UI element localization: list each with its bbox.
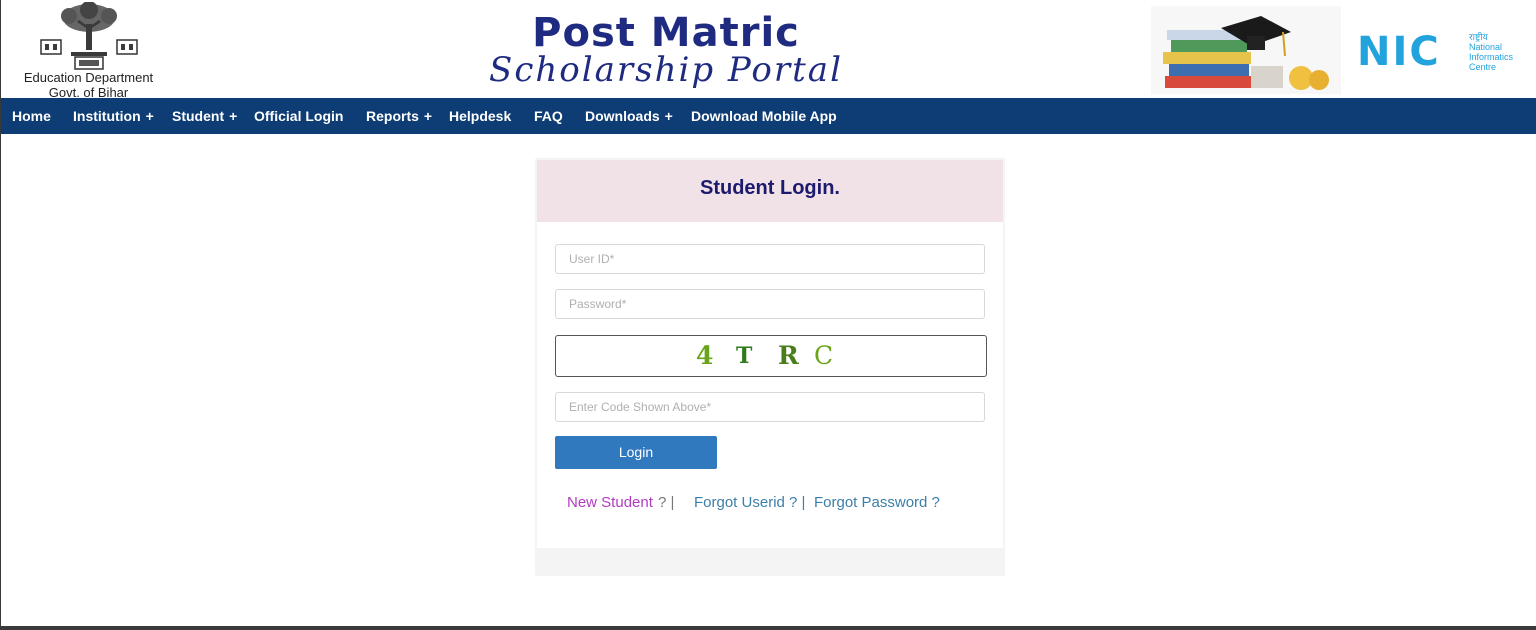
nic-caption: राष्ट्रीय National Informatics Centre: [1469, 32, 1514, 72]
portal-subtitle: Scholarship Portal: [489, 50, 843, 90]
org-line-1: Education Department: [23, 70, 154, 85]
login-form: 4 T R C Login New Student ? | Forgot Use…: [537, 222, 1003, 548]
nav-downloads[interactable]: Downloads +: [585, 98, 673, 134]
plus-icon: +: [664, 108, 673, 124]
plus-icon: +: [229, 108, 238, 124]
userid-input[interactable]: [555, 244, 985, 274]
plus-icon: +: [145, 108, 154, 124]
nav-student[interactable]: Student +: [172, 98, 237, 134]
login-card-header: Student Login.: [537, 160, 1003, 222]
captcha-char: C: [814, 341, 834, 370]
captcha-char: R: [778, 341, 799, 370]
books-graduation-cap-icon: [1151, 6, 1341, 94]
forgot-password-link[interactable]: Forgot Password ?: [814, 494, 940, 511]
student-login-card: Student Login. 4 T R C Login New Student…: [535, 158, 1005, 576]
bihar-emblem: Education Department Govt. of Bihar: [11, 2, 171, 100]
nic-logo-icon: NIC: [1357, 29, 1441, 75]
forgot-userid-link[interactable]: Forgot Userid ? |: [694, 494, 805, 511]
captcha-char: 4: [696, 341, 714, 370]
nav-institution[interactable]: Institution +: [73, 98, 154, 134]
login-title: Student Login.: [700, 177, 840, 199]
nav-faq[interactable]: FAQ: [534, 98, 563, 134]
nav-reports[interactable]: Reports +: [366, 98, 432, 134]
site-header: Education Department Govt. of Bihar Post…: [1, 0, 1536, 100]
login-button[interactable]: Login: [555, 436, 717, 469]
nav-download-mobile-app[interactable]: Download Mobile App: [691, 98, 837, 134]
new-student-link[interactable]: New Student: [567, 494, 653, 511]
nav-helpdesk[interactable]: Helpdesk: [449, 98, 511, 134]
captcha-input[interactable]: [555, 392, 985, 422]
login-links: New Student ? | Forgot Userid ? | Forgot…: [537, 494, 1003, 514]
main-navbar: Home Institution + Student + Official Logi…: [1, 98, 1536, 134]
bodhi-tree-emblem-icon: [40, 2, 138, 70]
captcha-char: T: [736, 343, 753, 369]
nav-home[interactable]: Home: [12, 98, 51, 134]
bottom-border: [1, 626, 1536, 630]
nav-official-login[interactable]: Official Login: [254, 98, 343, 134]
link-separator: ? |: [658, 494, 675, 511]
plus-icon: +: [423, 108, 433, 124]
captcha-image: 4 T R C: [555, 335, 987, 377]
nic-logo: NIC राष्ट्रीय National Informatics Centr…: [1357, 30, 1536, 75]
password-input[interactable]: [555, 289, 985, 319]
